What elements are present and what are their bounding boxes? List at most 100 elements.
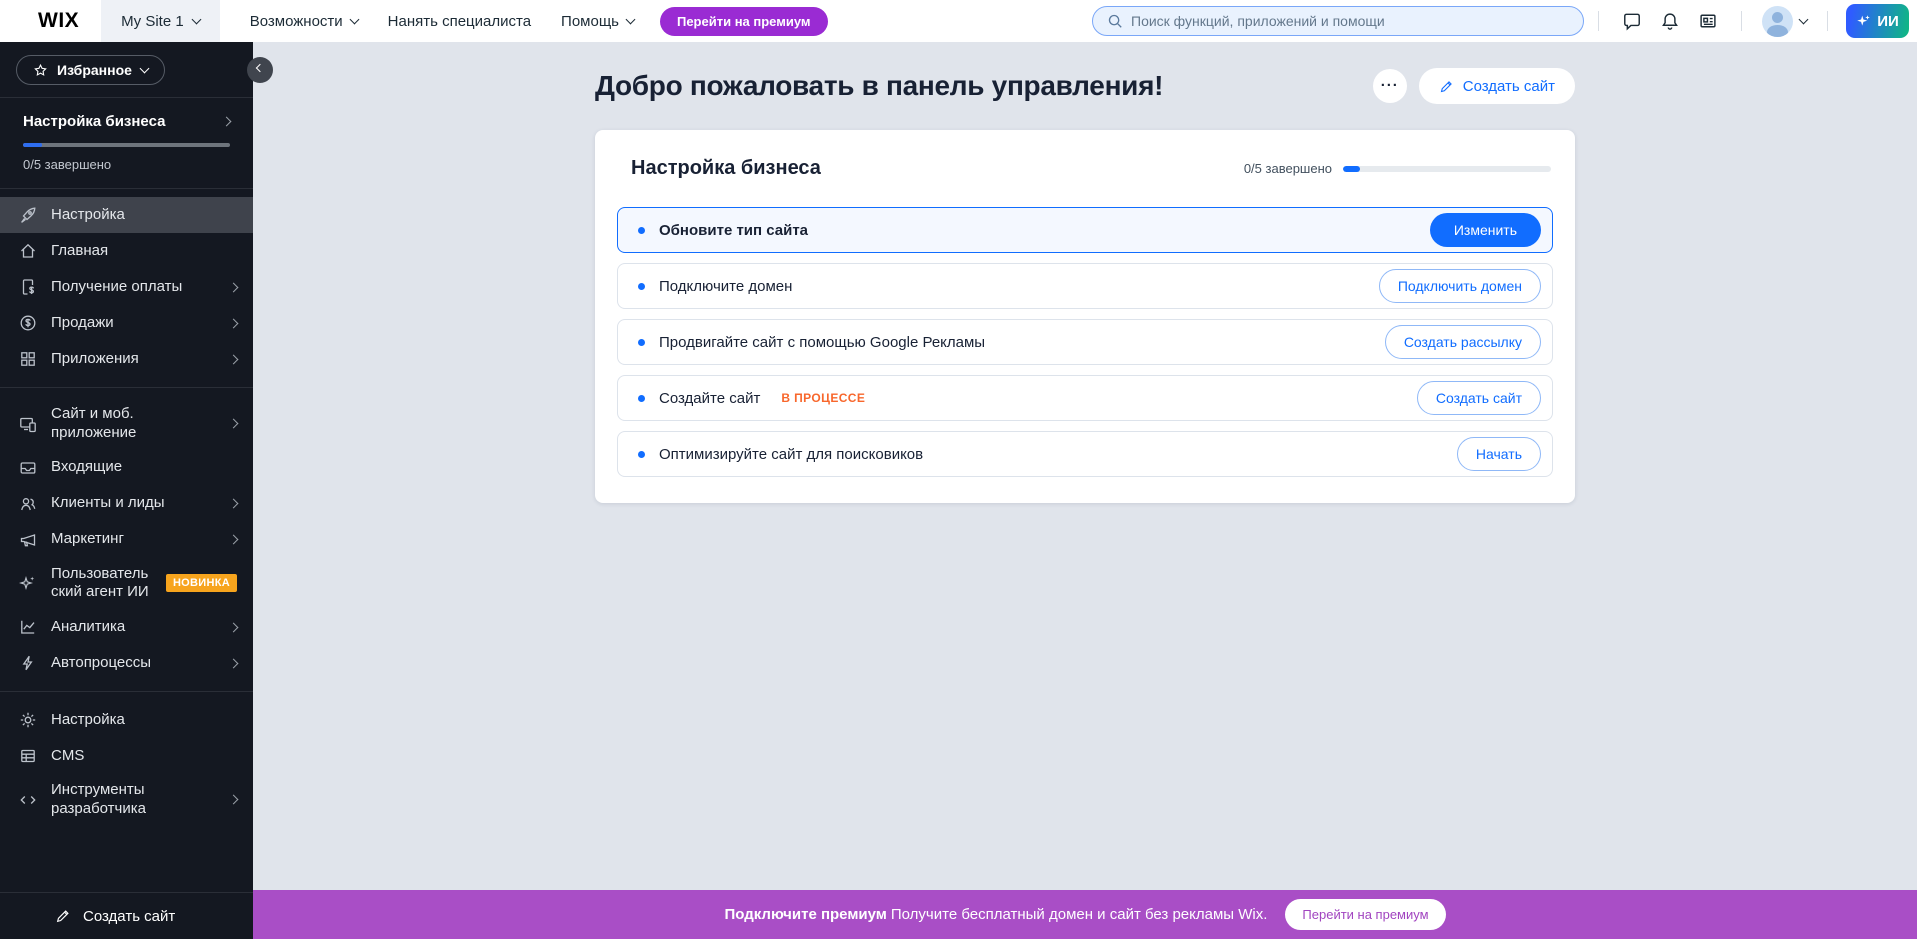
inbox-icon — [19, 459, 37, 477]
chevron-right-icon — [229, 282, 239, 292]
notifications-bell-icon[interactable] — [1660, 11, 1680, 31]
invoice-dollar-icon — [19, 278, 37, 296]
sidebar-item-ai-agent[interactable]: Пользовательский агент ИИ НОВИНКА — [0, 558, 253, 610]
sidebar-item-get-paid[interactable]: Получение оплаты — [0, 269, 253, 305]
create-site-button[interactable]: Создать сайт — [1419, 68, 1575, 104]
task-row-connect-domain[interactable]: Подключите домен Подключить домен — [617, 263, 1553, 309]
sidebar-item-apps[interactable]: Приложения — [0, 341, 253, 377]
gear-icon — [19, 711, 37, 729]
bullet-icon — [638, 227, 645, 234]
task-action-create-site-button[interactable]: Создать сайт — [1417, 381, 1541, 415]
task-row-seo-optimize[interactable]: Оптимизируйте сайт для поисковиков Начат… — [617, 431, 1553, 477]
divider — [1741, 11, 1742, 31]
sidebar-item-site-mobile-app[interactable]: Сайт и моб. приложение — [0, 398, 253, 450]
sidebar-item-sales[interactable]: Продажи — [0, 305, 253, 341]
more-actions-button[interactable]: ··· — [1373, 69, 1407, 103]
wix-logo: WIX — [0, 9, 101, 33]
account-menu[interactable] — [1762, 6, 1807, 37]
premium-banner-button[interactable]: Перейти на премиум — [1285, 899, 1445, 930]
chevron-right-icon — [229, 795, 239, 805]
sidebar-item-analytics[interactable]: Аналитика — [0, 609, 253, 645]
chevron-down-icon — [626, 14, 636, 24]
news-updates-icon[interactable] — [1698, 11, 1718, 31]
divider — [1827, 11, 1828, 31]
chevron-right-icon — [229, 535, 239, 545]
bullet-icon — [638, 283, 645, 290]
home-icon — [19, 242, 37, 260]
sidebar-item-contacts-leads[interactable]: Клиенты и лиды — [0, 486, 253, 522]
task-row-promote-google-ads[interactable]: Продвигайте сайт с помощью Google Реклам… — [617, 319, 1553, 365]
sidebar-item-marketing[interactable]: Маркетинг — [0, 522, 253, 558]
sidebar-item-home[interactable]: Главная — [0, 233, 253, 269]
chevron-right-icon — [229, 318, 239, 328]
chevron-right-icon — [229, 658, 239, 668]
divider — [0, 691, 253, 692]
site-selector-label: My Site 1 — [121, 13, 184, 30]
sparkle-icon — [1856, 14, 1871, 29]
chevron-right-icon — [222, 117, 232, 127]
chevron-down-icon — [349, 14, 359, 24]
task-list: Обновите тип сайта Изменить Подключите д… — [617, 207, 1553, 477]
dollar-circle-icon — [19, 314, 37, 332]
nav-help[interactable]: Помощь — [561, 13, 634, 30]
sidebar-item-dev-tools[interactable]: Инструменты разработчика — [0, 774, 253, 826]
in-progress-badge: В ПРОЦЕССЕ — [781, 391, 865, 405]
search-input[interactable] — [1131, 13, 1569, 29]
premium-banner: Подключите премиумПолучите бесплатный до… — [253, 890, 1917, 939]
divider — [1598, 11, 1599, 31]
task-action-connect-domain-button[interactable]: Подключить домен — [1379, 269, 1541, 303]
task-row-update-site-type[interactable]: Обновите тип сайта Изменить — [617, 207, 1553, 253]
task-action-edit-button[interactable]: Изменить — [1430, 213, 1541, 247]
sidebar-item-inbox[interactable]: Входящие — [0, 450, 253, 486]
premium-banner-highlight: Подключите премиум — [724, 906, 886, 923]
avatar — [1762, 6, 1793, 37]
sidebar-item-settings[interactable]: Настройка — [0, 702, 253, 738]
apps-grid-icon — [19, 350, 37, 368]
ai-sparkle-icon — [19, 574, 37, 592]
sidebar-create-site[interactable]: Создать сайт — [0, 892, 253, 939]
rocket-icon — [19, 206, 37, 224]
business-setup-card: Настройка бизнеса 0/5 завершено Обновите… — [595, 130, 1575, 503]
chevron-right-icon — [229, 419, 239, 429]
bullet-icon — [638, 451, 645, 458]
global-search[interactable] — [1092, 6, 1584, 36]
task-row-create-site[interactable]: Создайте сайт В ПРОЦЕССЕ Создать сайт — [617, 375, 1553, 421]
task-action-create-campaign-button[interactable]: Создать рассылку — [1385, 325, 1541, 359]
nav-hire-professional[interactable]: Нанять специалиста — [388, 13, 531, 30]
chat-icon[interactable] — [1622, 11, 1642, 31]
sidebar-collapse-button[interactable] — [247, 57, 273, 83]
analytics-chart-icon — [19, 618, 37, 636]
page-title: Добро пожаловать в панель управления! — [595, 70, 1163, 102]
ai-assistant-button[interactable]: ИИ — [1846, 4, 1909, 38]
divider — [0, 387, 253, 388]
cms-table-icon — [19, 747, 37, 765]
chevron-down-icon — [191, 14, 201, 24]
top-bar: WIX My Site 1 Возможности Нанять специал… — [0, 0, 1917, 42]
business-setup-panel[interactable]: Настройка бизнеса 0/5 завершено — [0, 98, 253, 188]
sidebar-nav: Настройка Главная Получение оплаты Прода… — [0, 189, 253, 892]
bullet-icon — [638, 395, 645, 402]
star-icon — [33, 63, 48, 78]
card-progress-track — [1343, 166, 1551, 172]
site-selector[interactable]: My Site 1 — [101, 0, 220, 42]
chevron-left-icon — [256, 64, 264, 72]
sidebar-item-automations[interactable]: Автопроцессы — [0, 645, 253, 681]
main-content: Добро пожаловать в панель управления! ··… — [253, 42, 1917, 890]
chevron-right-icon — [229, 622, 239, 632]
setup-progress-label: 0/5 завершено — [23, 157, 230, 172]
nav-features[interactable]: Возможности — [250, 13, 358, 30]
upgrade-premium-button[interactable]: Перейти на премиум — [660, 7, 828, 36]
chevron-right-icon — [229, 499, 239, 509]
card-progress-label: 0/5 завершено — [1244, 161, 1332, 176]
new-badge: НОВИНКА — [166, 574, 237, 592]
task-action-start-button[interactable]: Начать — [1457, 437, 1541, 471]
chevron-right-icon — [229, 354, 239, 364]
chevron-down-icon — [1799, 14, 1809, 24]
sidebar: Избранное Настройка бизнеса 0/5 завершен… — [0, 42, 253, 939]
sidebar-item-cms[interactable]: CMS — [0, 738, 253, 774]
business-setup-title: Настройка бизнеса — [23, 113, 165, 130]
premium-banner-text: Подключите премиумПолучите бесплатный до… — [724, 906, 1267, 923]
sidebar-item-setup[interactable]: Настройка — [0, 197, 253, 233]
lightning-icon — [19, 654, 37, 672]
favorites-dropdown[interactable]: Избранное — [16, 55, 165, 85]
